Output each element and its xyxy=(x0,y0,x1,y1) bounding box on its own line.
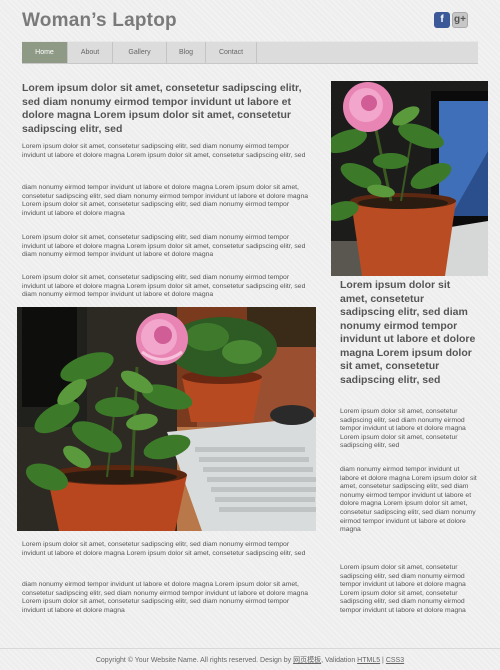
footer-css3-link[interactable]: CSS3 xyxy=(386,657,404,664)
nav-item-blog[interactable]: Blog xyxy=(167,42,206,63)
site-title: Woman’s Laptop xyxy=(22,10,177,31)
main-paragraph: diam nonumy eirmod tempor invidunt ut la… xyxy=(22,581,309,614)
main-paragraph: Lorem ipsum dolor sit amet, consetetur s… xyxy=(22,234,306,259)
sidebar-paragraph: Lorem ipsum dolor sit amet, consetetur s… xyxy=(340,408,466,450)
nav-item-gallery[interactable]: Gallery xyxy=(113,42,167,63)
rose-laptop-photo xyxy=(17,307,316,531)
main-nav: Home About Gallery Blog Contact xyxy=(22,41,478,64)
main-paragraph: Lorem ipsum dolor sit amet, consetetur s… xyxy=(22,274,306,299)
footer: Copyright © Your Website Name. All right… xyxy=(0,648,500,665)
intro-heading: Lorem ipsum dolor sit amet, consetetur s… xyxy=(22,82,302,135)
sidebar-paragraph: diam nonumy eirmod tempor invidunt ut la… xyxy=(340,466,477,534)
footer-copyright: Copyright © Your Website Name. All right… xyxy=(95,657,294,664)
footer-html5-link[interactable]: HTML5 xyxy=(357,657,380,664)
footer-designer-link[interactable]: 网页模板 xyxy=(293,657,321,664)
main-paragraph: Lorem ipsum dolor sit amet, consetetur s… xyxy=(22,541,306,557)
rose-laptop-photo-graphic xyxy=(17,307,316,531)
nav-item-contact[interactable]: Contact xyxy=(206,42,257,63)
main-paragraph: Lorem ipsum dolor sit amet, consetetur s… xyxy=(22,143,306,159)
sidebar-paragraph: Lorem ipsum dolor sit amet, consetetur s… xyxy=(340,564,466,614)
sidebar-heading: Lorem ipsum dolor sit amet, consetetur s… xyxy=(340,279,476,386)
rose-plant-photo xyxy=(331,81,488,276)
rose-plant-photo-graphic xyxy=(331,81,488,276)
facebook-icon[interactable]: f xyxy=(434,12,450,28)
footer-validation-label: , Validation xyxy=(321,657,358,664)
nav-item-home[interactable]: Home xyxy=(22,42,68,63)
main-paragraph: diam nonumy eirmod tempor invidunt ut la… xyxy=(22,184,309,217)
googleplus-icon[interactable]: g+ xyxy=(452,12,468,28)
nav-item-about[interactable]: About xyxy=(68,42,113,63)
